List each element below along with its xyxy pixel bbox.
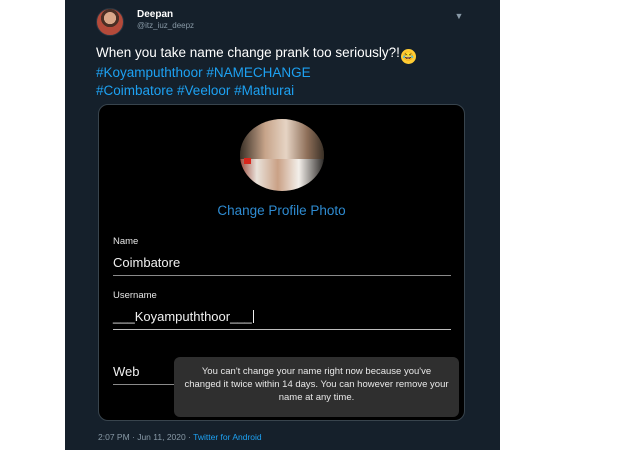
avatar[interactable]: [96, 8, 124, 36]
text-cursor: [252, 310, 254, 323]
tweet-text: When you take name change prank too seri…: [96, 44, 491, 100]
tweet-timestamp: 2:07 PM · Jun 11, 2020 · Twitter for And…: [98, 432, 262, 442]
tweet-source-link[interactable]: Twitter for Android: [193, 432, 262, 442]
display-name[interactable]: Deepan: [137, 9, 173, 20]
tweet-card: Deepan @itz_iuz_deepz ▼ When you take na…: [65, 0, 500, 450]
username-label: Username: [113, 290, 157, 301]
tweet-media-screenshot[interactable]: Change Profile Photo Name Coimbatore Use…: [98, 104, 465, 421]
tweet-header: Deepan @itz_iuz_deepz ▼: [65, 0, 500, 38]
hashtags-line-1[interactable]: #Koyampuththoor #NAMECHANGE: [96, 65, 311, 80]
timestamp-text[interactable]: 2:07 PM · Jun 11, 2020 ·: [98, 432, 193, 442]
hashtags-line-2[interactable]: #Coimbatore #Veeloor #Mathurai: [96, 83, 294, 98]
name-label: Name: [113, 236, 139, 247]
chevron-down-icon[interactable]: ▼: [452, 10, 466, 22]
laughing-emoji-icon: 😂: [400, 49, 416, 64]
username-field: ___Koyampuththoor___: [113, 309, 451, 330]
username-value: ___Koyampuththoor___: [113, 309, 252, 324]
profile-photo-bottom: [240, 158, 324, 191]
profile-photo-top: [240, 119, 324, 159]
page: Deepan @itz_iuz_deepz ▼ When you take na…: [0, 0, 622, 450]
user-handle[interactable]: @itz_iuz_deepz: [137, 21, 194, 30]
profile-photo-marker: [244, 158, 251, 164]
name-field: Coimbatore: [113, 255, 451, 276]
name-change-toast: You can't change your name right now bec…: [174, 357, 459, 417]
profile-photo: [240, 119, 324, 191]
tweet-body: When you take name change prank too seri…: [96, 45, 400, 60]
change-profile-photo-link: Change Profile Photo: [217, 203, 346, 218]
